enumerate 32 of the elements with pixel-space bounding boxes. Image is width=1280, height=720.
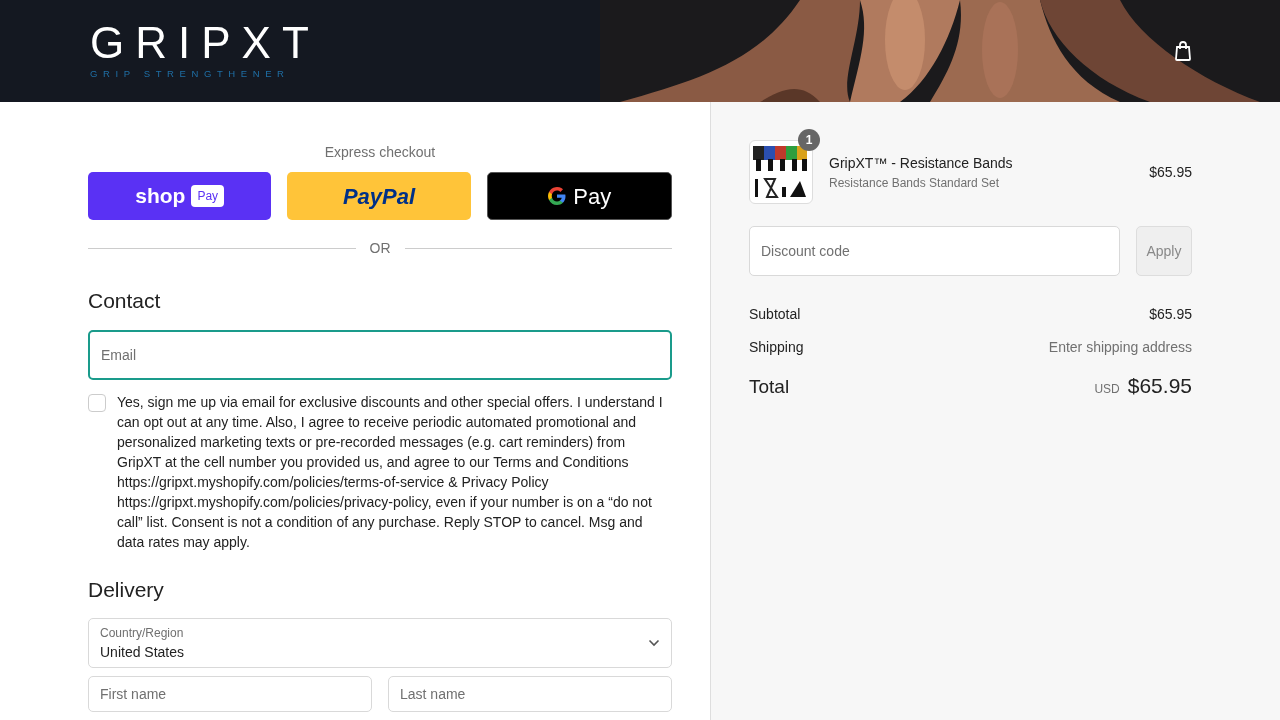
consent-text: Yes, sign me up via email for exclusive discounts and other special offers. I understand I can opt out at any time. Also, I agree to receive periodic automated promotional and personalized marketing texts or pre-recorded messages (e.g. cart reminders) from GripXT at the cell number you provided us, and agree to our Terms and Conditions https://gripxt.myshopify.com/policies/terms-of-service & Privacy Policy https://gripxt.myshopify.com/policies/privacy-policy, even if your number is on a “do not call” list. Consent is not a condition of any purchase. Reply STOP to cancel. Msg and data rates may apply.: [117, 392, 664, 552]
quantity-badge: 1: [798, 129, 820, 151]
chevron-down-icon: [648, 639, 660, 647]
text-field[interactable]: First name: [88, 676, 372, 712]
total-amount: $65.95: [1127, 373, 1192, 399]
summary-label: Shipping: [749, 338, 804, 357]
shop-pay-button[interactable]: shop Pay: [88, 172, 272, 220]
section-title: Express checkout: [323, 143, 437, 162]
field-label: Country/Region: [100, 624, 185, 642]
google-g-icon: [547, 186, 568, 206]
checkbox[interactable]: [88, 393, 106, 412]
logo-tagline: GRIP STRENGTHENER: [90, 66, 291, 81]
section-heading: Delivery: [88, 576, 165, 603]
logo[interactable]: GRIPXT: [90, 20, 320, 65]
total-label: Total: [749, 375, 790, 399]
summary-value: Enter shipping address: [1048, 338, 1192, 357]
product-name: GripXT™ - Resistance Bands: [829, 153, 1014, 173]
field-value: United States: [100, 642, 185, 662]
section-heading: Contact: [88, 288, 162, 314]
currency-code: USD: [1094, 381, 1120, 398]
google-pay-button[interactable]: Pay: [486, 172, 672, 220]
country-select[interactable]: Country/Region United States: [88, 618, 672, 668]
product-price: $65.95: [1149, 162, 1192, 182]
discount-field[interactable]: Discount code: [749, 226, 1120, 276]
paypal-button[interactable]: PayPal: [287, 172, 471, 220]
email-field[interactable]: Email: [88, 329, 672, 380]
text-field[interactable]: Last name: [388, 676, 672, 712]
product-variant: Resistance Bands Standard Set: [829, 174, 1001, 192]
shopping-bag-icon[interactable]: [1174, 41, 1192, 61]
divider-label: OR: [369, 239, 391, 258]
summary-value: $65.95: [1149, 305, 1192, 324]
summary-label: Subtotal: [749, 305, 801, 324]
